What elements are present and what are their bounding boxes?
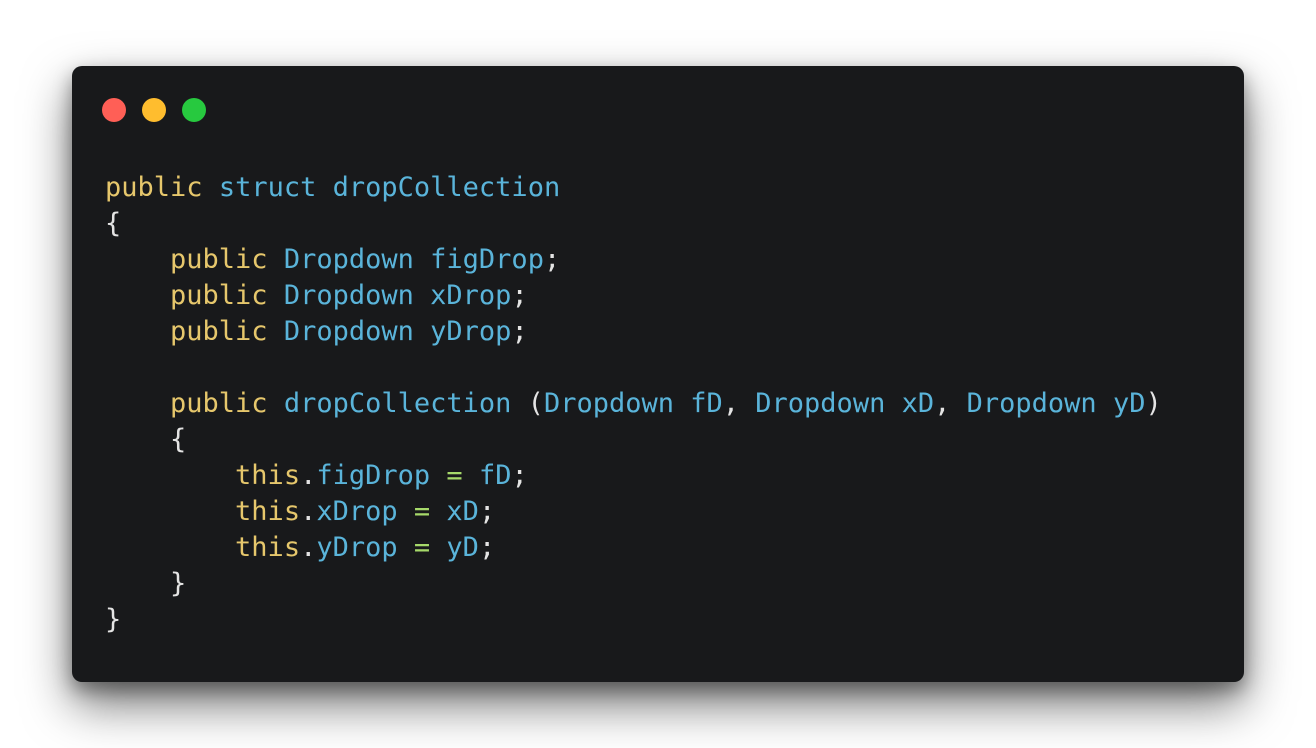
code-token: Dropdown <box>966 388 1097 419</box>
code-window: public struct dropCollection{ public Dro… <box>72 66 1244 682</box>
code-block: public struct dropCollection{ public Dro… <box>105 170 1162 638</box>
code-token: yDrop <box>316 532 398 563</box>
code-line: } <box>105 566 1162 602</box>
code-line: } <box>105 602 1162 638</box>
code-token: , <box>722 388 756 419</box>
code-line: this.figDrop = fD; <box>105 458 1162 494</box>
code-token: yD <box>1112 388 1146 419</box>
code-line: public dropCollection (Dropdown fD, Drop… <box>105 386 1162 422</box>
code-token: yDrop <box>430 316 512 347</box>
code-token: dropCollection <box>332 172 561 203</box>
code-token: . <box>300 496 317 527</box>
code-token: fD <box>478 460 512 491</box>
code-token: public <box>170 280 268 311</box>
code-token: xD <box>901 388 935 419</box>
code-token: Dropdown <box>283 244 414 275</box>
code-token: ) <box>1145 388 1162 419</box>
window-controls <box>102 98 206 122</box>
code-token: public <box>170 316 268 347</box>
code-token: ; <box>478 532 496 563</box>
code-token: ( <box>511 388 544 419</box>
code-token: Dropdown <box>755 388 886 419</box>
code-token: xDrop <box>316 496 398 527</box>
code-line: this.xDrop = xD; <box>105 494 1162 530</box>
code-token: } <box>105 604 122 635</box>
code-token: ; <box>511 280 528 311</box>
code-token: } <box>170 568 187 599</box>
code-token: public <box>105 172 203 203</box>
code-token: this <box>235 532 301 563</box>
zoom-dot-icon[interactable] <box>182 98 206 122</box>
code-token: xD <box>446 496 479 527</box>
code-token: Dropdown <box>543 388 674 419</box>
code-token: this <box>235 460 301 491</box>
code-line: public Dropdown yDrop; <box>105 314 1162 350</box>
code-line: public Dropdown xDrop; <box>105 278 1162 314</box>
code-token: figDrop <box>316 460 431 491</box>
code-line: { <box>105 206 1162 242</box>
code-token: Dropdown <box>283 280 414 311</box>
code-token: figDrop <box>430 244 544 275</box>
code-token: yD <box>446 532 479 563</box>
code-token: , <box>934 388 967 419</box>
code-token: struct <box>218 172 317 203</box>
code-token: { <box>170 424 187 455</box>
code-token: . <box>300 460 317 491</box>
code-token: { <box>105 208 122 239</box>
code-token: this <box>235 496 301 527</box>
code-token: ; <box>511 316 528 347</box>
code-token: ; <box>511 460 528 491</box>
code-line: { <box>105 422 1162 458</box>
code-line: public struct dropCollection <box>105 170 1162 206</box>
code-token: public <box>170 244 268 275</box>
code-line: public Dropdown figDrop; <box>105 242 1162 278</box>
close-dot-icon[interactable] <box>102 98 126 122</box>
code-token: ; <box>478 496 496 527</box>
code-token: = <box>446 460 463 491</box>
code-token: = <box>413 532 431 563</box>
code-token: dropCollection <box>283 388 512 419</box>
code-token: Dropdown <box>283 316 414 347</box>
code-token: ; <box>543 244 561 275</box>
code-token: xDrop <box>430 280 512 311</box>
code-line: this.yDrop = yD; <box>105 530 1162 566</box>
code-token: = <box>413 496 431 527</box>
code-token: . <box>300 532 317 563</box>
code-token: public <box>170 388 268 419</box>
minimize-dot-icon[interactable] <box>142 98 166 122</box>
code-token: fD <box>690 388 723 419</box>
